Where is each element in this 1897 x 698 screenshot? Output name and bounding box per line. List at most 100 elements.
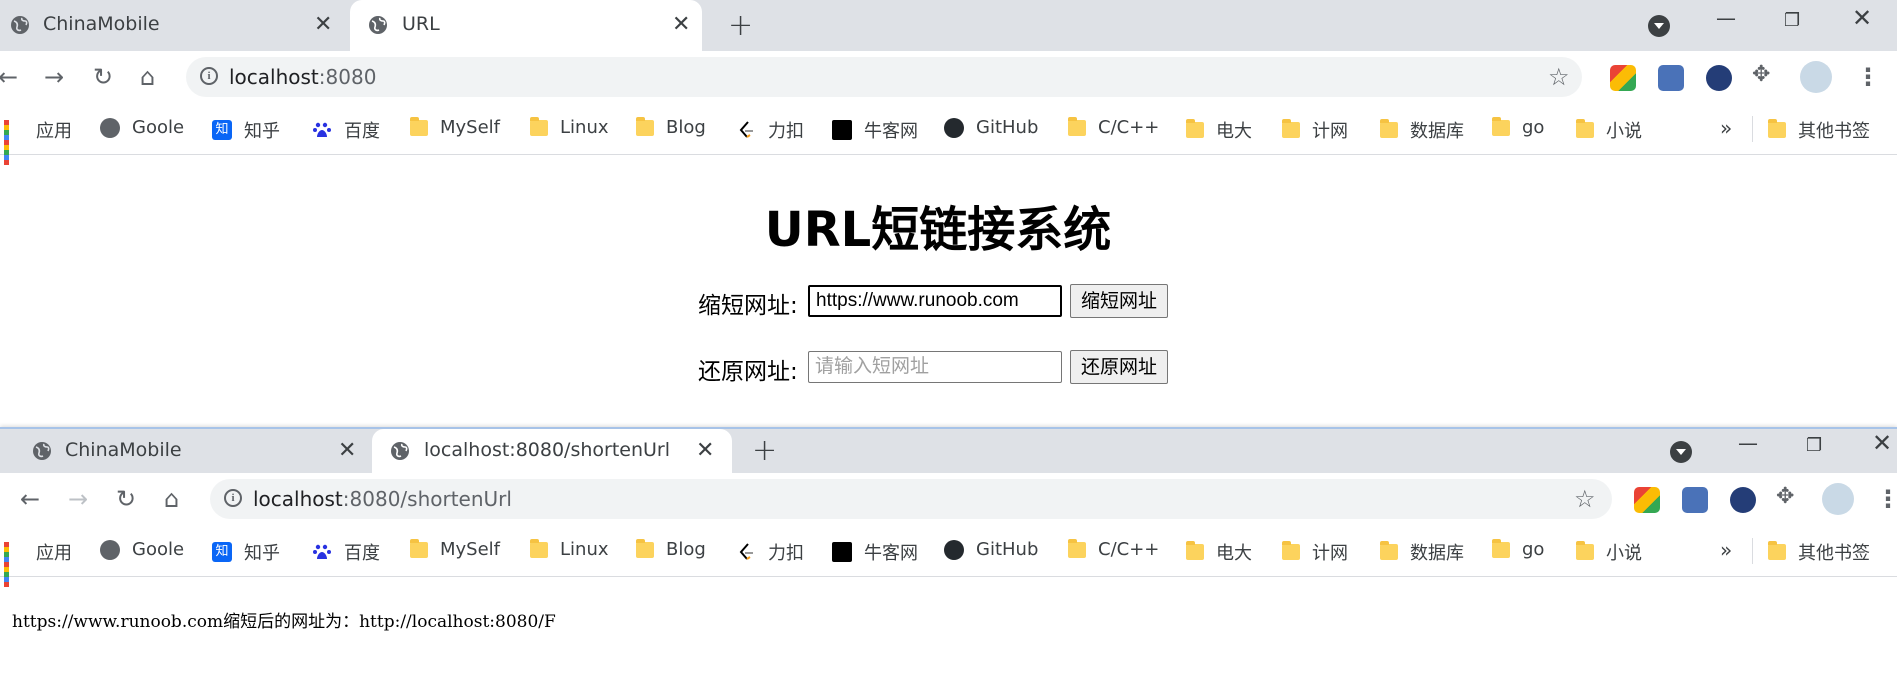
bookmark-item[interactable]: go bbox=[1492, 116, 1545, 138]
tab-shortenurl[interactable]: localhost:8080/shortenUrl ✕ bbox=[372, 429, 732, 473]
bookmark-item[interactable]: 应用 bbox=[4, 539, 72, 587]
bookmark-item[interactable]: 力扣 bbox=[736, 117, 804, 143]
bookmark-item[interactable]: 小说 bbox=[1576, 539, 1642, 565]
bookmark-item[interactable]: 牛客网 bbox=[832, 117, 918, 143]
shorten-url-input[interactable]: https://www.runoob.com bbox=[808, 285, 1062, 317]
close-window-button[interactable]: ✕ bbox=[1852, 4, 1872, 32]
bookmark-item[interactable]: MySelf bbox=[410, 116, 500, 138]
close-tab-icon[interactable]: ✕ bbox=[672, 12, 690, 37]
menu-icon[interactable]: ⋮ bbox=[1876, 485, 1897, 513]
bookmark-item[interactable]: 知知乎 bbox=[212, 117, 280, 143]
tab-search-icon[interactable] bbox=[1670, 441, 1692, 463]
bookmark-item[interactable]: C/C++ bbox=[1068, 116, 1159, 138]
forward-icon[interactable]: → bbox=[68, 485, 88, 513]
forward-icon[interactable]: → bbox=[44, 63, 64, 91]
bookmark-item[interactable]: C/C++ bbox=[1068, 538, 1159, 560]
more-bookmarks-chevron-icon[interactable]: » bbox=[1720, 116, 1732, 140]
tab-title: ChinaMobile bbox=[65, 439, 182, 461]
more-bookmarks-chevron-icon[interactable]: » bbox=[1720, 538, 1732, 562]
bookmark-label: 牛客网 bbox=[864, 121, 918, 142]
bookmark-item[interactable]: MySelf bbox=[410, 538, 500, 560]
bookmark-item[interactable]: 计网 bbox=[1282, 117, 1348, 143]
bookmark-label: Goole bbox=[132, 117, 185, 138]
minimize-button[interactable]: — bbox=[1738, 431, 1758, 455]
bookmark-item[interactable]: 百度 bbox=[312, 539, 380, 565]
back-icon[interactable]: ← bbox=[20, 485, 40, 513]
bookmark-label: 电大 bbox=[1216, 543, 1252, 564]
avatar[interactable] bbox=[1822, 483, 1854, 515]
shorten-button[interactable]: 缩短网址 bbox=[1070, 284, 1169, 318]
avatar[interactable] bbox=[1800, 61, 1832, 93]
bookmark-item[interactable]: Linux bbox=[530, 538, 609, 560]
back-icon[interactable]: ← bbox=[0, 63, 18, 91]
close-tab-icon[interactable]: ✕ bbox=[338, 438, 356, 463]
restore-button[interactable]: 还原网址 bbox=[1070, 350, 1169, 384]
other-bookmarks[interactable]: 其他书签 bbox=[1768, 539, 1870, 565]
info-icon[interactable]: i bbox=[224, 489, 242, 507]
bookmark-item[interactable]: GitHub bbox=[944, 117, 1038, 138]
close-tab-icon[interactable]: ✕ bbox=[696, 438, 714, 463]
puzzle-icon[interactable]: ✥ bbox=[1752, 61, 1770, 89]
tab-chinamobile[interactable]: ChinaMobile ✕ bbox=[0, 0, 348, 51]
bookmark-label: 力扣 bbox=[768, 543, 804, 564]
bookmark-item[interactable]: Linux bbox=[530, 116, 609, 138]
bookmark-star-icon[interactable]: ☆ bbox=[1548, 63, 1570, 91]
folder-icon bbox=[1068, 116, 1086, 136]
bookmark-item[interactable]: 计网 bbox=[1282, 539, 1348, 565]
address-text[interactable]: localhost:8080/shortenUrl bbox=[253, 487, 512, 511]
bookmark-item[interactable]: 电大 bbox=[1186, 117, 1252, 143]
bookmark-star-icon[interactable]: ☆ bbox=[1574, 485, 1596, 513]
bookmark-item[interactable]: 牛客网 bbox=[832, 539, 918, 565]
extension-icon[interactable] bbox=[1610, 65, 1636, 91]
bookmark-manager-extension-icon[interactable] bbox=[1658, 65, 1684, 91]
bookmark-item[interactable]: Blog bbox=[636, 538, 706, 560]
globe-icon bbox=[391, 442, 409, 460]
bookmark-item[interactable]: go bbox=[1492, 538, 1544, 560]
address-text[interactable]: localhost:8080 bbox=[229, 65, 376, 89]
menu-icon[interactable]: ⋮ bbox=[1856, 63, 1880, 91]
tab-url[interactable]: URL ✕ bbox=[350, 0, 702, 51]
reload-icon[interactable]: ↻ bbox=[93, 63, 113, 91]
new-tab-button[interactable]: + bbox=[752, 433, 777, 468]
bookmark-item[interactable]: GitHub bbox=[944, 539, 1038, 560]
extension-icon[interactable] bbox=[1706, 65, 1732, 91]
bookmark-item[interactable]: 力扣 bbox=[736, 539, 804, 565]
folder-icon bbox=[1380, 541, 1398, 560]
info-icon[interactable]: i bbox=[200, 67, 218, 85]
bookmark-item[interactable]: 数据库 bbox=[1380, 117, 1464, 143]
close-window-button[interactable]: ✕ bbox=[1872, 429, 1892, 457]
address-bar[interactable]: i localhost:8080 ☆ bbox=[186, 57, 1582, 97]
home-icon[interactable]: ⌂ bbox=[140, 63, 155, 91]
close-tab-icon[interactable]: ✕ bbox=[314, 12, 332, 37]
tab-strip: ChinaMobile ✕ URL ✕ + — ❐ ✕ bbox=[0, 0, 1897, 51]
extension-icon[interactable] bbox=[1730, 487, 1756, 513]
address-bar[interactable]: i localhost:8080/shortenUrl ☆ bbox=[210, 479, 1612, 519]
new-tab-button[interactable]: + bbox=[728, 8, 753, 43]
bookmark-item[interactable]: 应用 bbox=[4, 117, 72, 165]
other-bookmarks[interactable]: 其他书签 bbox=[1768, 117, 1870, 143]
bookmark-item[interactable]: 小说 bbox=[1576, 117, 1642, 143]
shorten-label: 缩短网址: bbox=[698, 293, 798, 319]
tab-search-icon[interactable] bbox=[1648, 15, 1670, 37]
minimize-button[interactable]: — bbox=[1716, 6, 1736, 30]
extension-icon[interactable] bbox=[1634, 487, 1660, 513]
bookmark-item[interactable]: 电大 bbox=[1186, 539, 1252, 565]
bookmark-item[interactable]: 知知乎 bbox=[212, 539, 280, 565]
bookmark-label: 小说 bbox=[1606, 543, 1642, 564]
restore-url-input[interactable]: 请输入短网址 bbox=[808, 351, 1062, 383]
bookmark-item[interactable]: 百度 bbox=[312, 117, 380, 143]
folder-icon bbox=[1380, 119, 1398, 138]
apps-icon bbox=[4, 120, 24, 165]
bookmark-item[interactable]: Goole bbox=[100, 117, 184, 138]
restore-button[interactable]: ❐ bbox=[1784, 10, 1800, 31]
restore-button[interactable]: ❐ bbox=[1806, 435, 1822, 456]
tab-chinamobile[interactable]: ChinaMobile ✕ bbox=[22, 429, 370, 473]
bookmark-label: go bbox=[1522, 117, 1545, 138]
bookmark-item[interactable]: Blog bbox=[636, 116, 706, 138]
reload-icon[interactable]: ↻ bbox=[116, 485, 136, 513]
bookmark-item[interactable]: 数据库 bbox=[1380, 539, 1464, 565]
puzzle-icon[interactable]: ✥ bbox=[1776, 483, 1794, 511]
bookmark-item[interactable]: Goole bbox=[100, 539, 184, 560]
home-icon[interactable]: ⌂ bbox=[164, 485, 179, 513]
bookmark-manager-extension-icon[interactable] bbox=[1682, 487, 1708, 513]
